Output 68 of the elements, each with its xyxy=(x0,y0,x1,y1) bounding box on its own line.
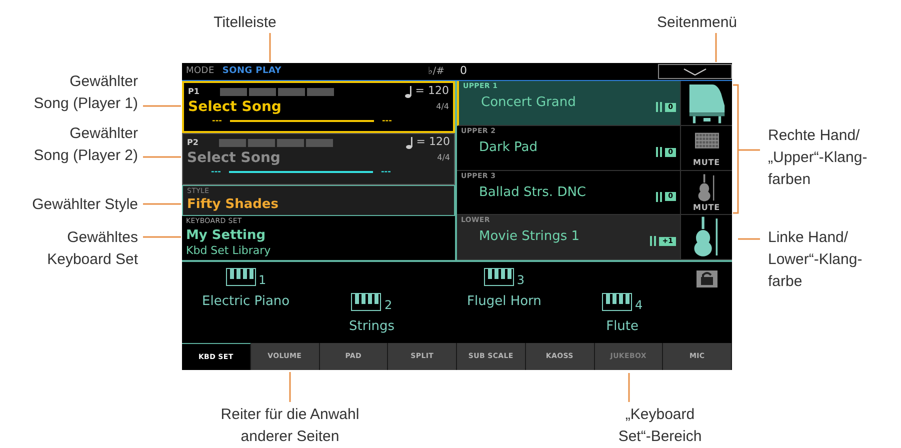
keyboard-set-name[interactable]: My Setting xyxy=(186,227,451,244)
sound-name: Movie Strings 1 xyxy=(478,228,580,246)
callout-label: Seitenmenü xyxy=(656,13,738,33)
position-start: --- xyxy=(212,117,222,125)
lock-icon xyxy=(696,270,718,288)
slot-sound-name[interactable]: Flute xyxy=(606,317,639,336)
leader-line xyxy=(628,373,630,402)
meter-value: 4/4 xyxy=(436,101,449,113)
position-end: --- xyxy=(382,117,392,125)
callout-label: Linke Hand/ Lower“-Klang- farbe xyxy=(768,228,864,292)
library-name: Kbd Set Library xyxy=(186,244,272,258)
player-label: P2 xyxy=(187,136,200,148)
callout-label: „Keyboard Set“-Bereich xyxy=(617,405,703,447)
sound-name: Ballad Strs. DNC xyxy=(478,184,586,202)
callout-label: Rechte Hand/ „Upper“-Klang- farben xyxy=(768,126,868,190)
keyboard-icon xyxy=(226,268,256,286)
callout-label: Titelleiste xyxy=(212,13,278,33)
callout-label: Gewählter Song (Player 1) xyxy=(32,72,138,114)
leader-line xyxy=(289,372,291,402)
style-name: Fifty Shades xyxy=(187,197,280,213)
position-start: --- xyxy=(211,168,221,176)
callout-label: Reiter für die Anwahl anderer Seiten xyxy=(220,405,360,447)
song-name[interactable]: Select Song xyxy=(188,100,282,114)
tempo-value: = 120 xyxy=(416,134,450,150)
meter-value: 4/4 xyxy=(437,152,450,164)
slot-number: 2 xyxy=(384,299,392,311)
leader-line xyxy=(738,238,760,240)
octave-icon xyxy=(656,102,664,112)
sound-name: Concert Grand xyxy=(480,94,576,112)
chevron-down-icon xyxy=(683,68,707,76)
callout-label: Gewählter Song (Player 2) xyxy=(32,124,138,166)
leader-line xyxy=(143,105,181,107)
keyboard-icon xyxy=(351,293,382,311)
transpose-value: 0 xyxy=(460,63,468,80)
leader-line xyxy=(143,203,181,205)
slot-sound-name[interactable]: Strings xyxy=(349,317,395,336)
mode-label: MODE xyxy=(186,64,214,78)
sound-name: Dark Pad xyxy=(478,139,538,157)
quarter-note-icon xyxy=(406,136,414,148)
leader-line xyxy=(143,156,181,158)
octave-icon xyxy=(656,192,664,202)
song-name[interactable]: Select Song xyxy=(187,151,280,165)
slot-number: 3 xyxy=(516,274,525,286)
tempo-value: = 120 xyxy=(415,83,449,100)
octave-icon xyxy=(650,236,658,246)
callout-label: Gewähltes Keyboard Set xyxy=(46,228,138,270)
mode-name: SONG PLAY xyxy=(222,64,282,78)
page-menu-button[interactable] xyxy=(658,64,732,79)
slot-number: 1 xyxy=(258,274,266,286)
slot-number: 4 xyxy=(635,299,643,311)
leader-line xyxy=(738,149,760,151)
transpose-label: ♭/# xyxy=(428,65,446,79)
slot-sound-name[interactable]: Electric Piano xyxy=(202,292,290,312)
leader-line xyxy=(143,236,181,238)
position-end: --- xyxy=(380,168,391,176)
octave-icon xyxy=(656,147,664,157)
keyboard-icon xyxy=(484,268,514,286)
leader-line xyxy=(715,33,717,62)
callout-label: Gewählter Style xyxy=(31,195,138,215)
leader-line xyxy=(269,33,271,62)
player-panel[interactable]: P1 = 120 Select Song 4/4 --- --- xyxy=(182,81,455,133)
slot-sound-name[interactable]: Flugel Horn xyxy=(467,292,542,312)
player-panel[interactable]: P2 = 120 Select Song 4/4 --- --- xyxy=(182,133,455,185)
player-label: P1 xyxy=(188,86,200,98)
mute-indicator: MUTE xyxy=(693,202,720,212)
keyboard-icon xyxy=(602,293,632,311)
mute-indicator: MUTE xyxy=(693,158,720,168)
quarter-note-icon xyxy=(405,86,414,98)
